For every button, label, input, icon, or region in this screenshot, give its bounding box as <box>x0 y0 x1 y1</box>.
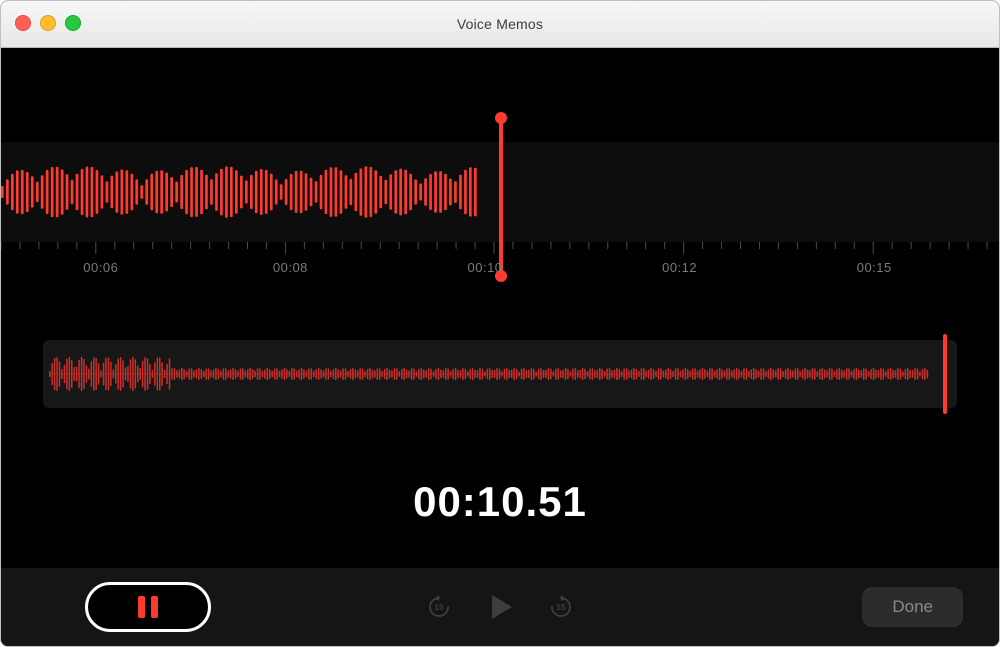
waveform-icon <box>1 157 479 227</box>
zoom-window-button[interactable] <box>65 15 81 31</box>
skip-forward-icon: 15 <box>547 593 575 621</box>
done-button-label: Done <box>892 597 933 616</box>
ruler-tick-label: 00:08 <box>273 260 308 275</box>
overview-playhead[interactable] <box>943 334 947 414</box>
app-window: Voice Memos 00:06 00:08 00:10 00:12 00:15 00… <box>0 0 1000 647</box>
ruler-tick-label: 00:06 <box>83 260 118 275</box>
ruler-tick-label: 00:10 <box>467 260 502 275</box>
svg-text:15: 15 <box>434 602 444 612</box>
time-ruler: 00:06 00:08 00:10 00:12 00:15 <box>1 242 999 292</box>
pause-icon <box>138 596 158 618</box>
timecode: 00:10.51 <box>1 478 999 526</box>
overview-track[interactable] <box>43 340 957 408</box>
play-icon <box>483 590 517 624</box>
pause-record-button[interactable] <box>85 582 211 632</box>
overview-waveform-icon <box>49 352 929 396</box>
bottom-toolbar: 15 15 Done <box>1 568 999 646</box>
close-window-button[interactable] <box>15 15 31 31</box>
skip-forward-15-button[interactable]: 15 <box>547 593 575 621</box>
ruler-tick-label: 00:15 <box>857 260 892 275</box>
skip-back-15-button[interactable]: 15 <box>425 593 453 621</box>
ruler-ticks-icon <box>1 242 999 256</box>
skip-back-icon: 15 <box>425 593 453 621</box>
play-button[interactable] <box>483 590 517 624</box>
window-title: Voice Memos <box>457 16 543 32</box>
done-button[interactable]: Done <box>862 587 963 627</box>
minimize-window-button[interactable] <box>40 15 56 31</box>
titlebar: Voice Memos <box>1 1 999 48</box>
svg-text:15: 15 <box>556 602 566 612</box>
recording-view: 00:06 00:08 00:10 00:12 00:15 00:10.51 <box>1 48 999 569</box>
traffic-lights <box>15 15 81 31</box>
ruler-tick-label: 00:12 <box>662 260 697 275</box>
waveform-track[interactable] <box>1 142 999 242</box>
